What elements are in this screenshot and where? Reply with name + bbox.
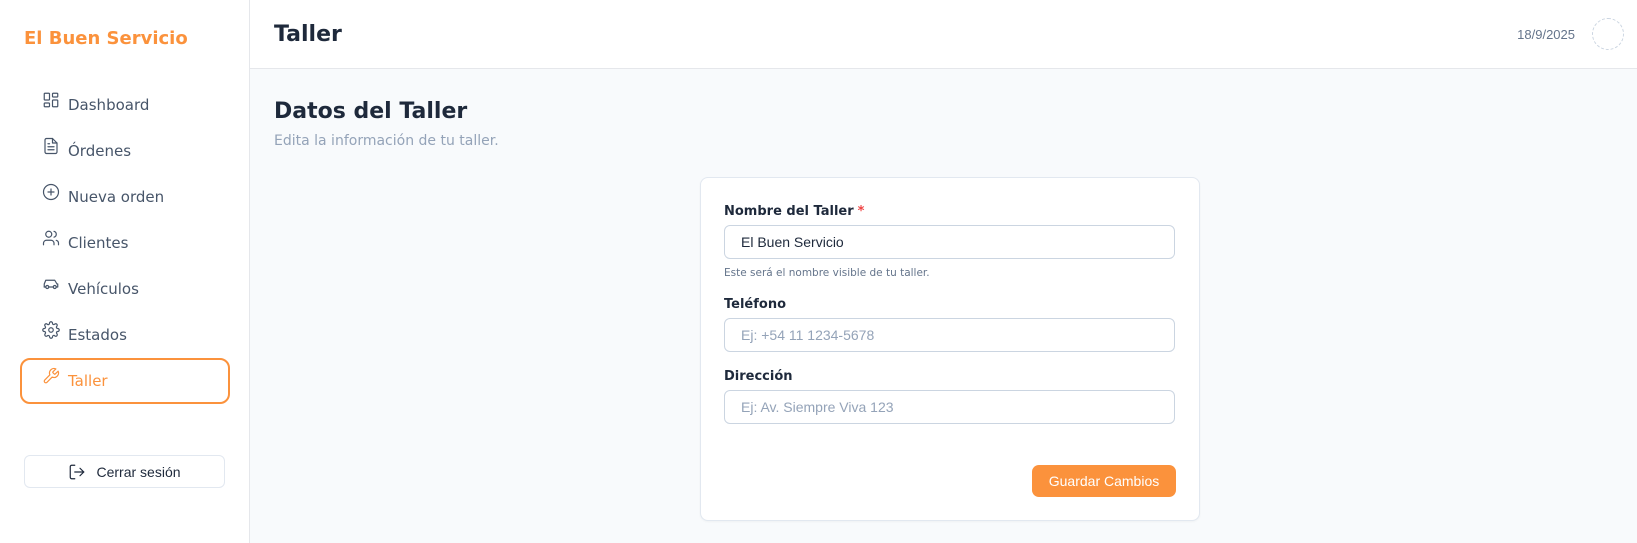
section-subheading: Edita la información de tu taller.: [274, 133, 499, 149]
address-label: Dirección: [724, 369, 793, 384]
car-icon: [42, 275, 60, 293]
wrench-icon: [42, 367, 60, 385]
phone-field[interactable]: [724, 318, 1175, 352]
logout-button[interactable]: Cerrar sesión: [24, 455, 225, 488]
name-field[interactable]: [724, 225, 1175, 259]
logout-icon: [68, 463, 86, 481]
current-date: 18/9/2025: [1517, 27, 1575, 42]
logout-label: Cerrar sesión: [96, 463, 181, 480]
page-title: Taller: [274, 22, 342, 47]
brand-logo-text: El Buen Servicio: [24, 28, 188, 49]
plus-circle-icon: [42, 183, 60, 201]
sidebar-item-label: Dashboard: [68, 96, 150, 114]
save-button[interactable]: Guardar Cambios: [1032, 465, 1176, 497]
sidebar-item-clientes[interactable]: Clientes: [20, 220, 230, 266]
users-icon: [42, 229, 60, 247]
name-label: Nombre del Taller *: [724, 204, 864, 219]
name-label-text: Nombre del Taller: [724, 204, 854, 219]
sidebar-item-ordenes[interactable]: Órdenes: [20, 128, 230, 174]
section-heading: Datos del Taller: [274, 99, 468, 124]
dashboard-icon: [42, 91, 60, 109]
gear-icon: [42, 321, 60, 339]
sidebar-item-label: Clientes: [68, 234, 129, 252]
sidebar-item-vehiculos[interactable]: Vehículos: [20, 266, 230, 312]
sidebar-item-estados[interactable]: Estados: [20, 312, 230, 358]
document-icon: [42, 137, 60, 155]
avatar[interactable]: [1592, 18, 1624, 50]
topbar: Taller 18/9/2025: [250, 0, 1637, 69]
sidebar: El Buen Servicio Dashboard Órdenes Nueva…: [0, 0, 250, 543]
sidebar-item-label: Estados: [68, 326, 127, 344]
sidebar-item-taller[interactable]: Taller: [20, 358, 230, 404]
address-field[interactable]: [724, 390, 1175, 424]
phone-label: Teléfono: [724, 297, 787, 312]
sidebar-item-label: Taller: [68, 372, 108, 390]
sidebar-item-dashboard[interactable]: Dashboard: [20, 82, 230, 128]
main-content: Datos del Taller Edita la información de…: [250, 69, 1637, 543]
required-mark: *: [857, 204, 865, 219]
name-hint: Este será el nombre visible de tu taller…: [724, 267, 930, 279]
sidebar-item-label: Órdenes: [68, 142, 132, 160]
sidebar-item-label: Nueva orden: [68, 188, 165, 206]
sidebar-item-label: Vehículos: [68, 280, 139, 298]
taller-form-card: Nombre del Taller* Este será el nombre v…: [700, 177, 1200, 521]
sidebar-nav: Dashboard Órdenes Nueva orden Clientes V…: [20, 82, 230, 404]
sidebar-item-nueva-orden[interactable]: Nueva orden: [20, 174, 230, 220]
